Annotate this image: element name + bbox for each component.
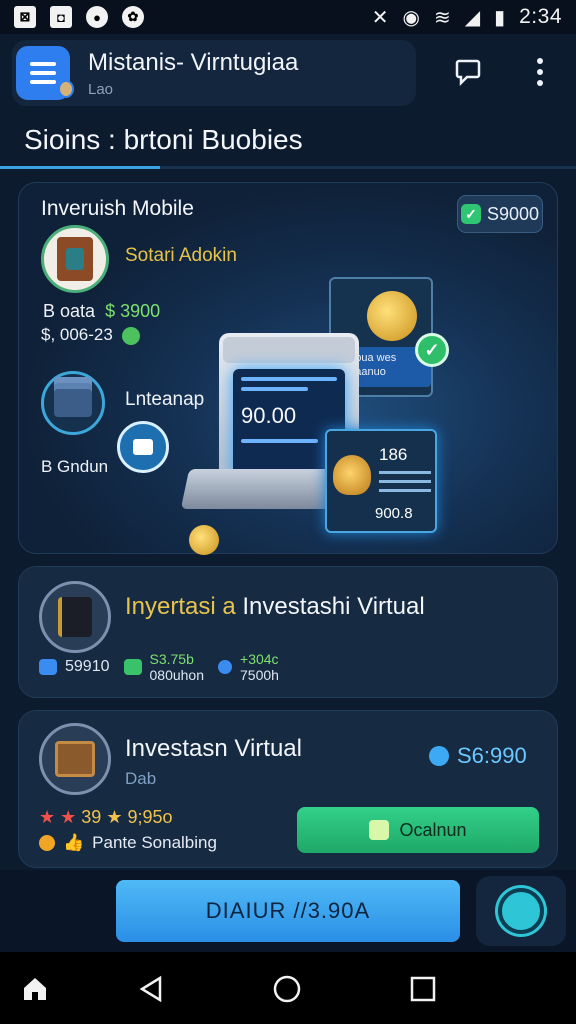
coin-icon [189, 525, 219, 555]
chat-icon[interactable] [450, 54, 486, 90]
app-bar: Mistanis- Virntugiaa Lao [12, 40, 416, 106]
money-bag-icon [333, 455, 371, 495]
card-title: Inyertasi a Investashi Virtual [125, 593, 425, 620]
safe-box-icon [39, 581, 111, 653]
signal-icon: ◢ [464, 6, 481, 29]
verified-check-icon: ✓ [415, 333, 449, 367]
investment-card-1[interactable]: Inyertasi a Investashi Virtual 59910 S3.… [18, 566, 558, 698]
wallet-icon [39, 659, 57, 675]
recents-icon[interactable] [408, 974, 438, 1004]
menu-button[interactable] [16, 46, 74, 100]
lnt-label: Lnteanap [125, 389, 205, 410]
invest-button[interactable]: Ocalnun [297, 807, 539, 853]
title-underline [0, 166, 576, 169]
primary-action-button[interactable]: DIAIUR //3.90A [116, 880, 460, 942]
device-amount: 90.00 [241, 403, 297, 428]
settings-icon: ✿ [122, 6, 144, 28]
camera-icon: ◘ [50, 6, 72, 28]
home-icon[interactable] [20, 974, 50, 1004]
treasure-box-icon [39, 723, 111, 795]
support-icon [498, 888, 544, 934]
status-dot-icon [39, 835, 55, 851]
system-nav-bar [0, 952, 576, 1024]
portfolio-badge-icon [41, 225, 109, 293]
investment-card-2[interactable]: Investasn Virtual Dab S6:990 ★ ★ 39 ★ 9;… [18, 710, 558, 868]
stat-balance: B oata $ 3900 [43, 301, 161, 321]
home-circle-icon[interactable] [272, 974, 302, 1004]
info-dot-icon [218, 660, 233, 674]
notification-icon: ● [86, 6, 108, 28]
home-shield-icon[interactable] [117, 421, 169, 473]
card-subtitle: Dab [125, 769, 157, 788]
sotari-label: Sotari Adokin [125, 245, 237, 266]
check-icon: ✓ [460, 204, 481, 224]
price-label: S6:990 [429, 743, 527, 769]
clock: 2:34 [519, 5, 562, 28]
coin-icon [429, 746, 449, 766]
bgd-label: B Gndun [41, 457, 109, 476]
gift-icon [369, 820, 390, 840]
location-icon: ◉ [402, 6, 420, 29]
stack-icon [41, 371, 105, 435]
more-options-icon[interactable] [522, 54, 558, 90]
stat-change: $, 006-23 [41, 325, 140, 345]
hero-card[interactable]: Inveruish Mobile ✓ S9000 Sotari Adokin B… [18, 182, 558, 555]
battery-icon: ▮ [494, 6, 506, 29]
mute-icon: ✕ [371, 6, 389, 29]
rating-label: 👍 Pante Sonalbing [39, 833, 217, 853]
card-meta: 59910 S3.75b 080uhon +304c 7500h [39, 651, 279, 683]
wifi-icon: ≋ [433, 6, 451, 29]
status-bar: ⊠ ◘ ● ✿ ✕ ◉ ≋ ◢ ▮ 2:34 [0, 0, 576, 34]
coin-icon [367, 291, 417, 341]
money-bag-panel: 186 900.8 [325, 429, 437, 533]
app-subtitle: Lao [88, 80, 114, 98]
thumb-icon: 👍 [63, 833, 85, 852]
avatar [58, 80, 74, 98]
hero-title: Inveruish Mobile [41, 197, 194, 220]
back-icon[interactable] [136, 974, 166, 1004]
support-button[interactable] [476, 876, 566, 946]
star-rating: ★ ★ 39 ★ 9;95o [39, 807, 173, 827]
status-dot-icon [121, 326, 140, 345]
app-title: Mistanis- Virntugiaa [88, 48, 299, 76]
status-badge[interactable]: ✓ S9000 [457, 195, 543, 233]
page-title: Sioins : brtoni Buobies [24, 124, 303, 155]
card-title: Investasn Virtual [125, 735, 302, 762]
trend-icon [123, 659, 142, 675]
gallery-icon: ⊠ [14, 6, 36, 28]
